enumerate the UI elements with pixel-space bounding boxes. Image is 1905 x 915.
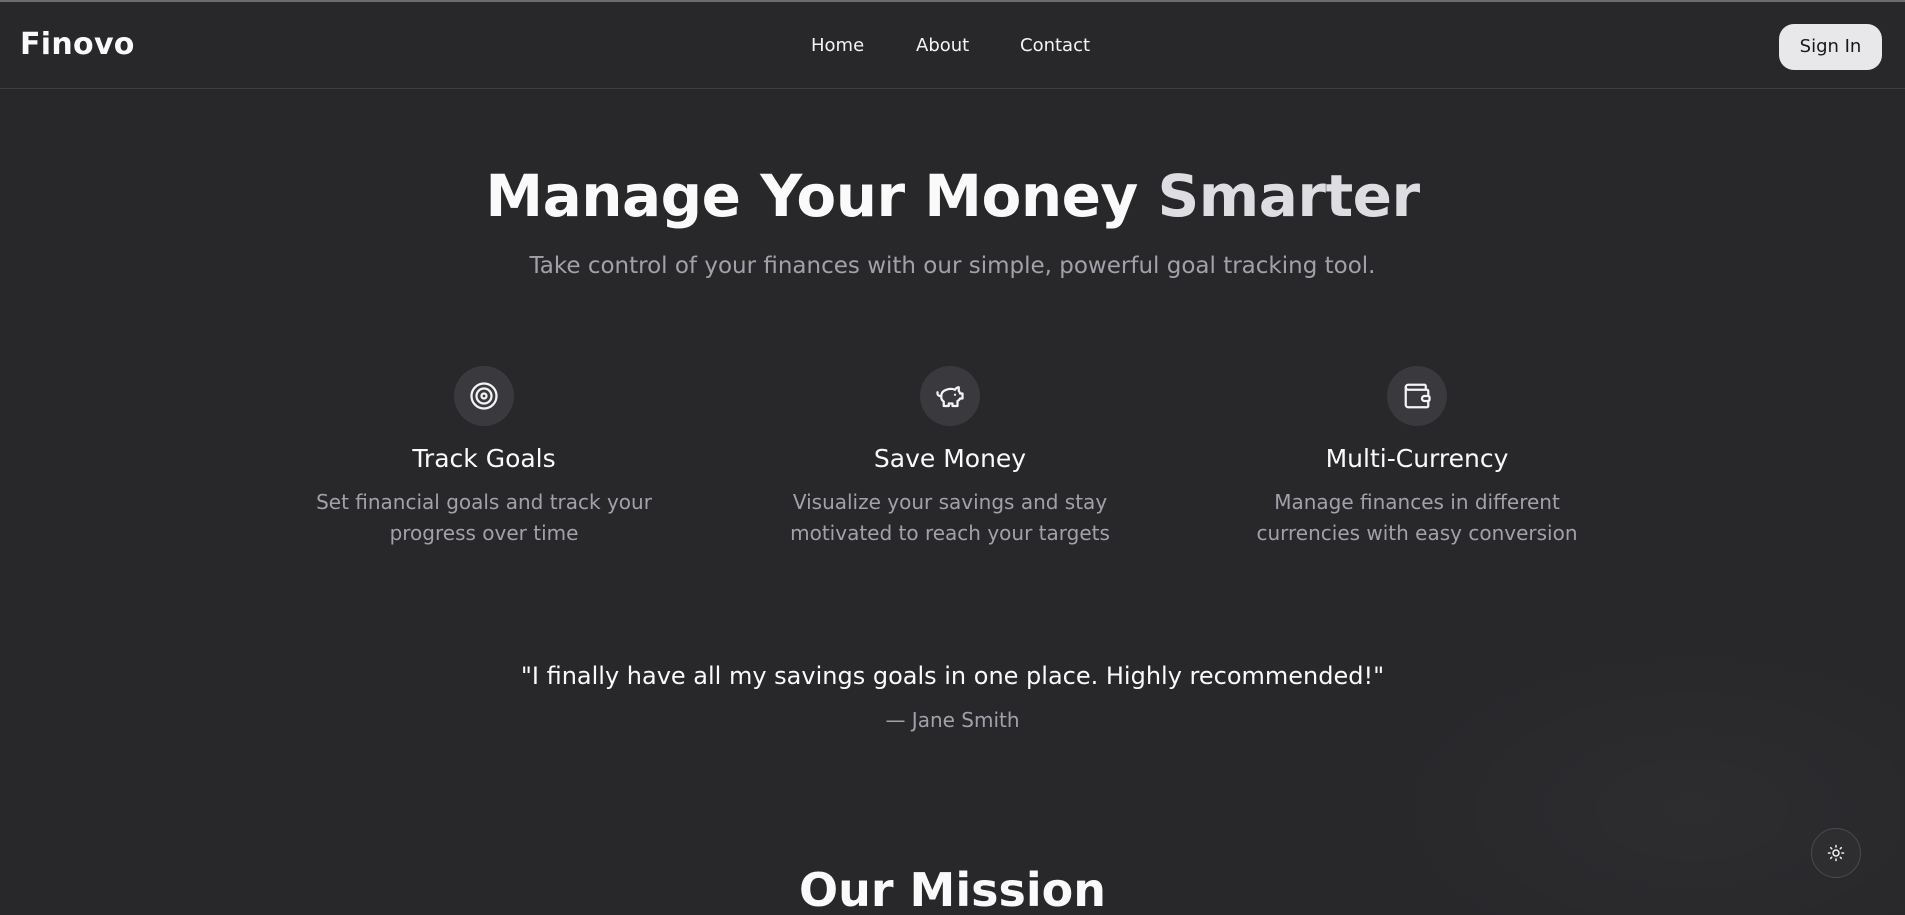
hero-title: Manage Your Money Smarter xyxy=(0,162,1905,230)
feature-description: Visualize your savings and stay motivate… xyxy=(790,490,1110,545)
hero-subtitle: Take control of your finances with our s… xyxy=(529,253,1376,279)
feature-title: Multi-Currency xyxy=(1325,444,1509,473)
feature-title: Track Goals xyxy=(412,444,556,473)
theme-toggle-button[interactable] xyxy=(1811,828,1861,878)
feature-track-goals: Track Goals Set financial goals and trac… xyxy=(274,366,694,549)
nav-link-about[interactable]: About xyxy=(916,35,969,56)
feature-title: Save Money xyxy=(873,444,1027,473)
sun-icon xyxy=(1827,844,1845,862)
target-icon xyxy=(454,366,514,426)
hero-title-main: Manage Your Money xyxy=(485,162,1158,230)
feature-description: Set financial goals and track your progr… xyxy=(316,490,652,545)
wallet-icon xyxy=(1387,366,1447,426)
feature-multi-currency: Multi-Currency Manage finances in differ… xyxy=(1207,366,1627,549)
site-header: Finovo Home About Contact Sign In xyxy=(0,2,1905,89)
piggy-bank-icon xyxy=(920,366,980,426)
feature-description: Manage finances in different currencies … xyxy=(1256,490,1578,545)
hero-title-accent: Smarter xyxy=(1157,162,1421,230)
testimonial-quote: "I finally have all my savings goals in … xyxy=(520,662,1385,690)
nav-link-contact[interactable]: Contact xyxy=(1020,35,1090,56)
feature-save-money: Save Money Visualize your savings and st… xyxy=(740,366,1160,549)
sign-in-button[interactable]: Sign In xyxy=(1779,24,1882,70)
main-nav: Home About Contact xyxy=(0,35,1905,61)
mission-heading: Our Mission xyxy=(799,863,1106,915)
testimonial-author: — Jane Smith xyxy=(885,708,1020,732)
nav-link-home[interactable]: Home xyxy=(811,35,864,56)
